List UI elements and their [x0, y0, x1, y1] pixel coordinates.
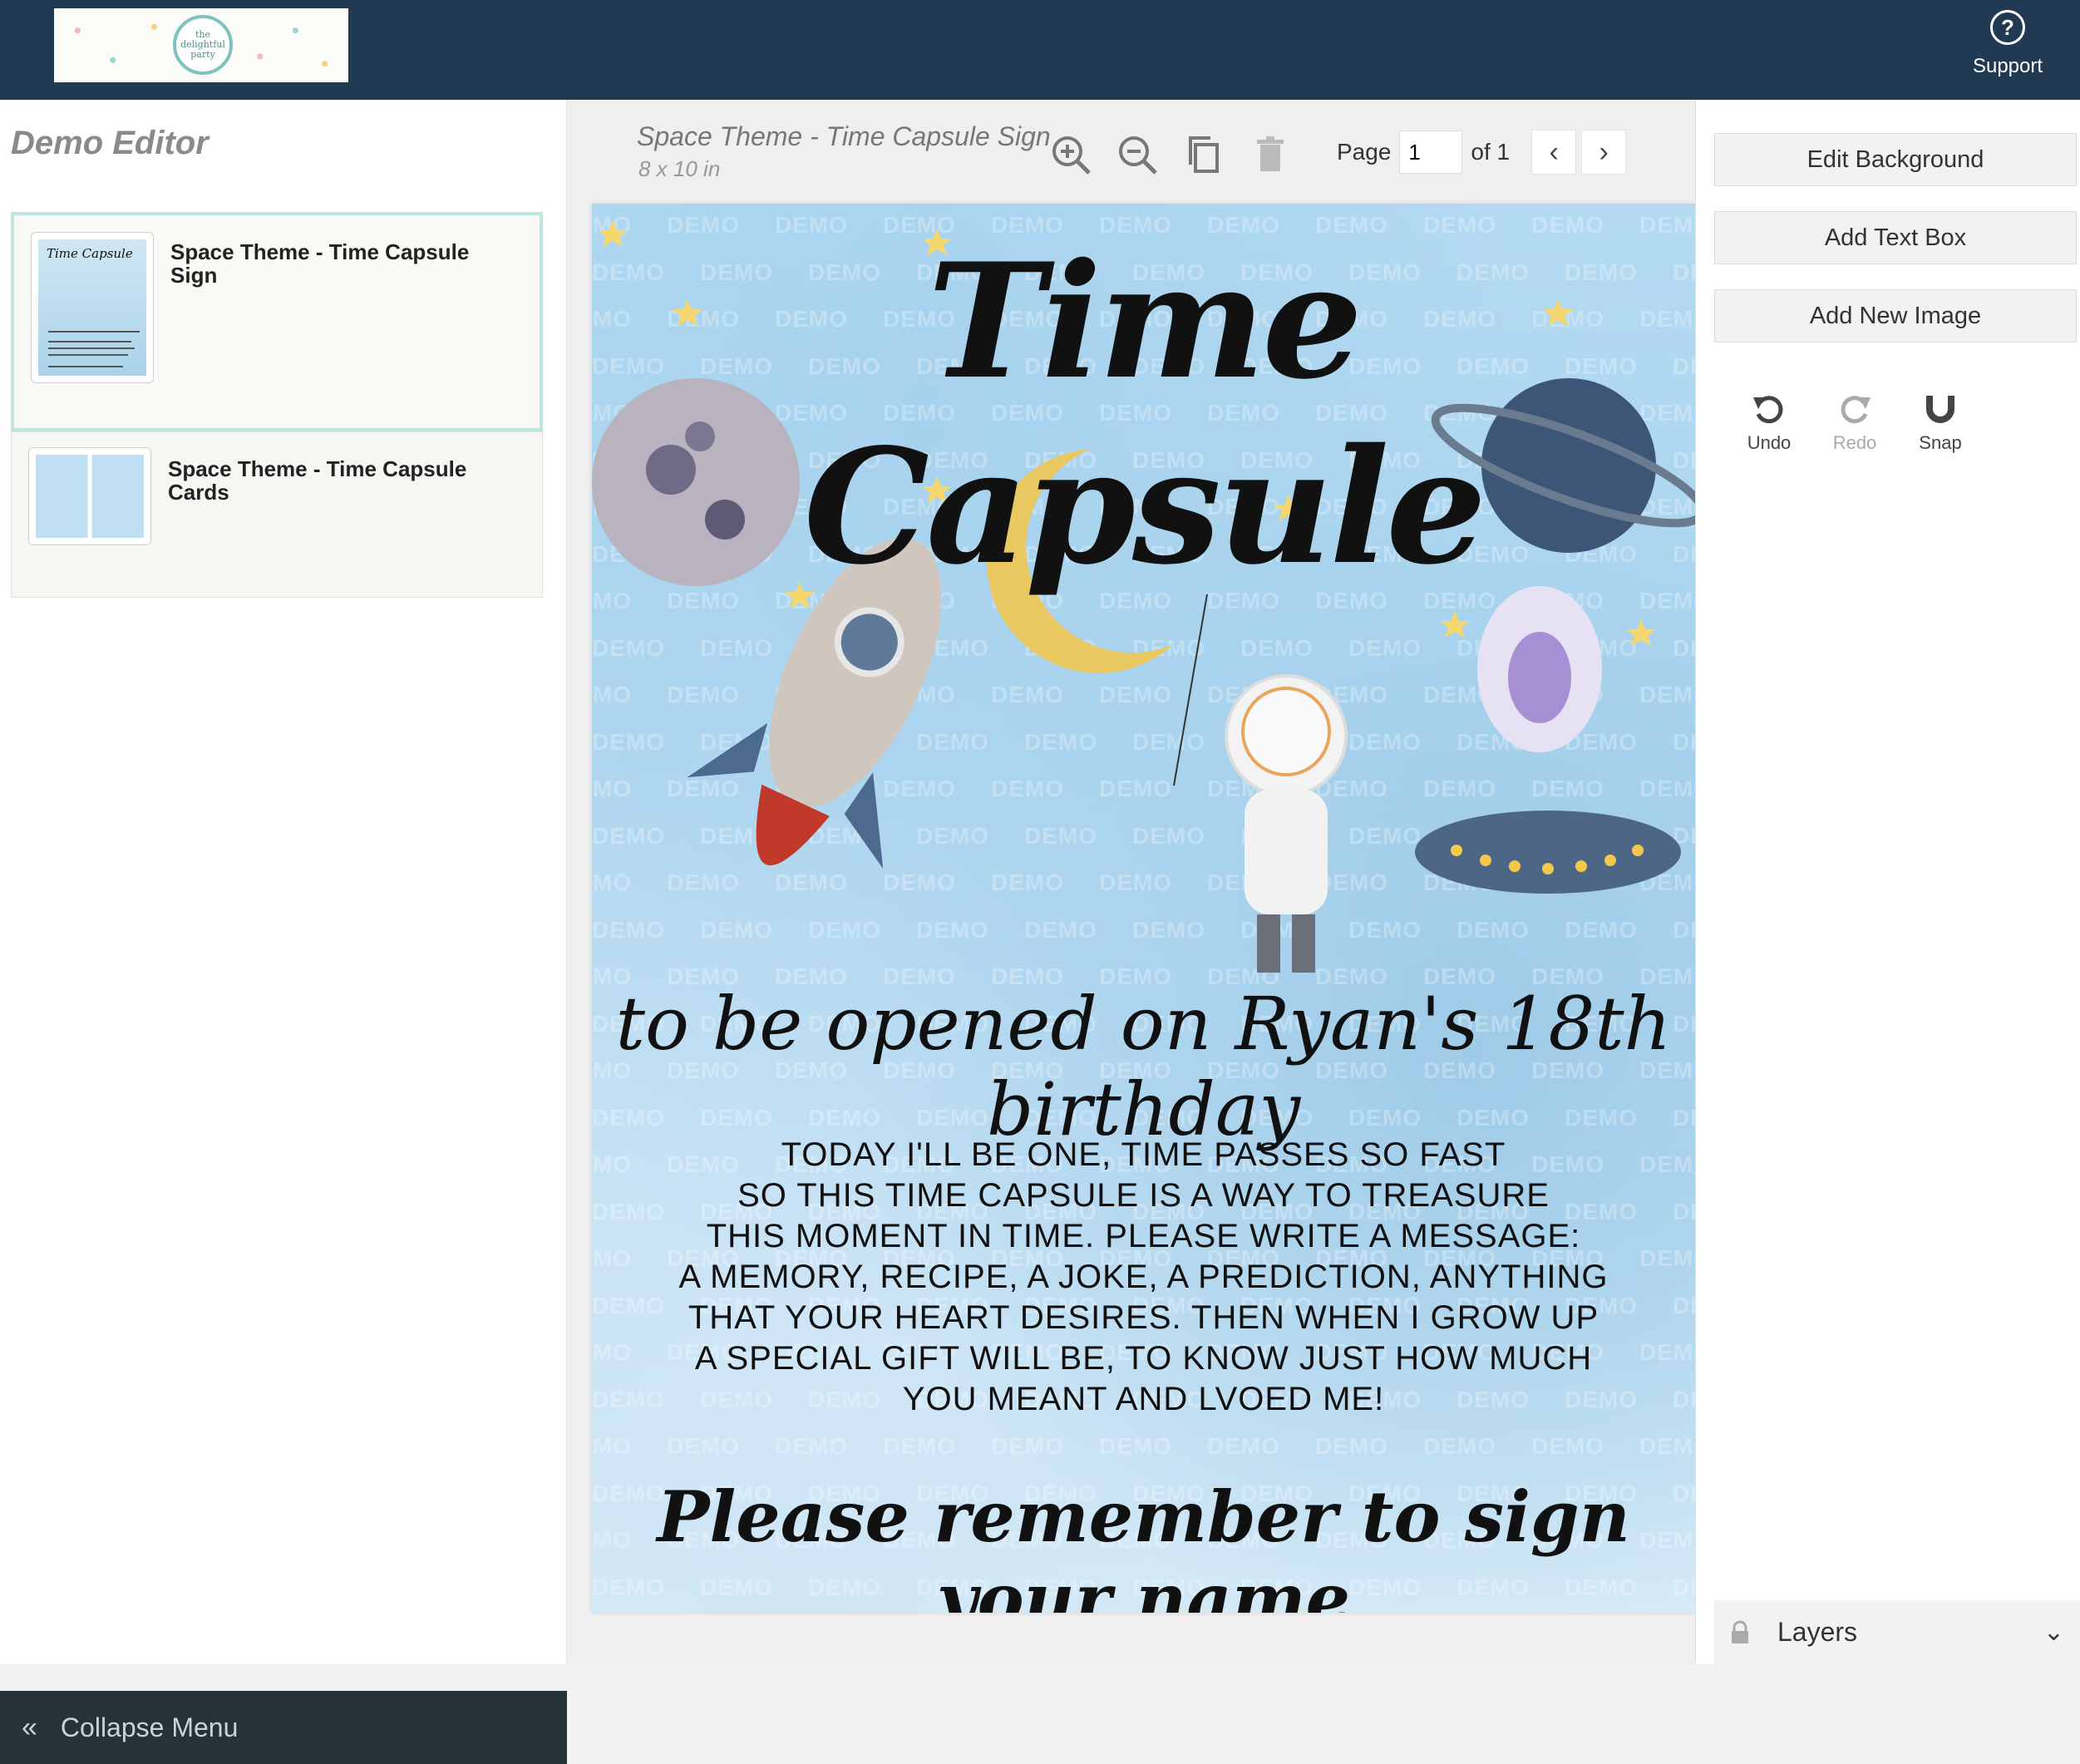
logo-badge: the delightful party — [173, 15, 233, 75]
astronaut-illustration — [1173, 594, 1348, 973]
redo-label: Redo — [1832, 432, 1877, 453]
chevron-left-icon: ‹ — [1549, 136, 1559, 168]
support-button[interactable]: ? Support — [1962, 10, 2053, 89]
template-name: Space Theme - Time Capsule Cards — [168, 456, 467, 505]
chevron-right-icon: › — [1599, 136, 1609, 168]
poem-line: SO THIS TIME CAPSULE IS A WAY TO TREASUR… — [737, 1177, 1550, 1214]
canvas-area: Space Theme - Time Capsule Sign 8 x 10 i… — [568, 100, 1695, 1664]
poem-line: THIS MOMENT IN TIME. PLEASE WRITE A MESS… — [706, 1218, 1581, 1254]
document-title: Space Theme - Time Capsule Sign — [637, 121, 1051, 151]
redo-icon — [1841, 396, 1871, 424]
zoom-out-button[interactable] — [1114, 131, 1161, 178]
zoom-in-icon — [1052, 136, 1091, 175]
undo-icon — [1753, 396, 1783, 424]
delete-button[interactable] — [1247, 131, 1294, 178]
layers-label: Layers — [1777, 1617, 1858, 1647]
document-size: 8 x 10 in — [638, 156, 721, 181]
zoom-out-icon — [1119, 136, 1157, 175]
editor-title: Demo Editor — [11, 125, 209, 161]
poem-line: THAT YOUR HEART DESIRES. THEN WHEN I GRO… — [688, 1299, 1599, 1336]
template-sidebar: Demo Editor Time Capsule Space Theme - T… — [0, 100, 567, 1764]
thumbnail-title-art: Time Capsule — [47, 246, 133, 261]
duplicate-button[interactable] — [1180, 131, 1227, 178]
undo-button[interactable]: Undo — [1732, 392, 1806, 454]
subheading-text[interactable]: to be opened on Ryan's 18th birthday — [592, 981, 1695, 1152]
poem-line: YOU MEANT AND LVOED ME! — [902, 1381, 1385, 1417]
copy-icon — [1189, 136, 1219, 173]
collapse-label: Collapse Menu — [60, 1712, 239, 1742]
support-label: Support — [1972, 55, 2043, 77]
poem-line: A SPECIAL GIFT WILL BE, TO KNOW JUST HOW… — [694, 1340, 1593, 1377]
heading-text[interactable]: Time Capsule — [592, 229, 1695, 599]
layers-toggle[interactable]: Layers ⌄ — [1714, 1600, 2080, 1664]
logo-text: the delightful party — [180, 29, 225, 60]
add-new-image-button[interactable]: Add New Image — [1714, 289, 2077, 342]
zoom-in-button[interactable] — [1047, 131, 1094, 178]
prev-page-button[interactable]: ‹ — [1531, 130, 1577, 175]
template-name: Space Theme - Time Capsule Sign — [170, 239, 470, 288]
design-page[interactable]: DEMODEMODEMODEMODEMODEMODEMODEMODEMODEMO… — [592, 204, 1695, 1613]
page-label: Page — [1337, 139, 1392, 165]
snap-label: Snap — [1919, 432, 1962, 453]
template-thumbnail: Time Capsule — [31, 232, 154, 383]
next-page-button[interactable]: › — [1581, 130, 1627, 175]
top-bar: the delightful party ? Support — [0, 0, 2080, 100]
page-number-input[interactable] — [1399, 131, 1463, 174]
snap-button[interactable]: Snap — [1903, 392, 1978, 454]
add-text-box-button[interactable]: Add Text Box — [1714, 211, 2077, 264]
template-item-cards[interactable]: Space Theme - Time Capsule Cards — [11, 431, 543, 598]
chevron-down-icon: ⌄ — [2043, 1619, 2064, 1646]
page-navigator: Page of 1 ‹ › — [1337, 130, 1627, 175]
trash-icon — [1257, 136, 1284, 171]
brand-logo[interactable]: the delightful party — [54, 8, 348, 82]
poem-line: A MEMORY, RECIPE, A JOKE, A PREDICTION, … — [678, 1259, 1609, 1295]
edit-background-button[interactable]: Edit Background — [1714, 133, 2077, 186]
help-icon: ? — [1990, 10, 2025, 45]
undo-label: Undo — [1747, 432, 1792, 453]
template-item-sign[interactable]: Time Capsule Space Theme - Time Capsule … — [11, 212, 543, 431]
sign-reminder-text[interactable]: Please remember to sign your name — [592, 1476, 1695, 1613]
tools-panel: Edit Background Add Text Box Add New Ima… — [1695, 100, 2080, 1664]
template-list: Time Capsule Space Theme - Time Capsule … — [11, 212, 543, 598]
page-total: of 1 — [1471, 139, 1511, 165]
magnet-icon — [1926, 396, 1954, 423]
redo-button[interactable]: Redo — [1817, 392, 1892, 454]
lock-icon — [1732, 1620, 1748, 1643]
template-thumbnail — [28, 447, 151, 545]
poem-line: TODAY I'LL BE ONE, TIME PASSES SO FAST — [781, 1136, 1506, 1173]
poem-text[interactable]: TODAY I'LL BE ONE, TIME PASSES SO FAST S… — [592, 1135, 1695, 1420]
collapse-menu-button[interactable]: « Collapse Menu — [0, 1691, 567, 1764]
double-chevron-left-icon: « — [22, 1711, 37, 1743]
